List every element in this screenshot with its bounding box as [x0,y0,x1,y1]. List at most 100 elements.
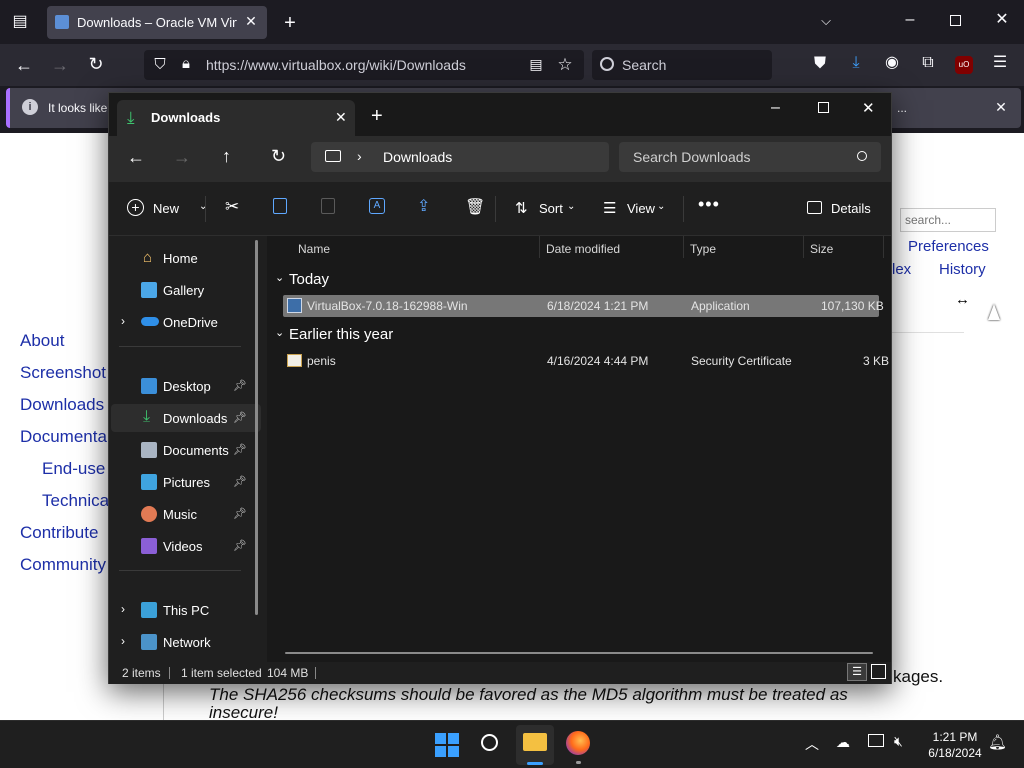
wiki-link-index[interactable]: lex [892,261,911,278]
up-arrow-icon[interactable]: ↑ [222,146,231,167]
nav-item-this-pc[interactable]: › This PC [111,596,261,624]
tiles-view-icon[interactable] [871,664,886,679]
explorer-tab[interactable]: ⤓ Downloads ✕ [117,100,355,136]
nav-item-videos[interactable]: Videos 📌︎ [111,532,261,560]
shield-icon[interactable]: ⛉ [152,57,168,72]
list-all-tabs-icon[interactable]: ▤ [10,14,30,30]
notification-bell-icon[interactable]: 🔔︎ [988,733,1007,751]
back-arrow-icon[interactable]: ← [14,56,34,74]
nav-link-downloads[interactable]: Downloads [20,395,104,415]
nav-item-pictures[interactable]: Pictures 📌︎ [111,468,261,496]
column-divider[interactable] [883,236,884,258]
column-divider[interactable] [683,236,684,258]
download-icon[interactable]: ⤓ [846,55,866,71]
column-divider[interactable] [803,236,804,258]
nav-link-community[interactable]: Community [20,555,106,575]
details-view-icon[interactable]: ☰ [847,663,867,681]
new-tab-icon[interactable]: + [280,13,300,33]
url-text[interactable]: https://www.virtualbox.org/wiki/Download… [206,57,466,73]
column-header-name[interactable]: Name [298,242,330,256]
file-row[interactable]: penis 4/16/2024 4:44 PM Security Certifi… [283,350,889,372]
new-button[interactable]: + New ⌄ [127,198,227,220]
network-tray-icon[interactable] [868,734,884,747]
minimize-icon[interactable]: – [900,12,920,28]
sort-button[interactable]: ⇅ Sort ⌄ [515,198,585,220]
wiki-link-history[interactable]: History [939,261,986,278]
close-notification-icon[interactable]: ✕ [993,100,1009,114]
restore-icon[interactable] [950,15,961,26]
browser-search-box[interactable]: Search [592,50,772,80]
forward-arrow-icon[interactable]: → [50,56,70,74]
address-bar[interactable]: › Downloads [311,142,609,172]
view-button[interactable]: ☰ View ⌄ [603,198,673,220]
nav-link-documentation[interactable]: Documenta [20,427,107,447]
chevron-right-icon[interactable]: › [121,314,125,328]
nav-item-network[interactable]: › Network [111,628,261,656]
wiki-link-preferences[interactable]: Preferences [908,238,989,255]
close-window-icon[interactable]: ✕ [992,12,1012,28]
chevron-down-icon[interactable]: ⌄ [275,271,284,284]
nav-link-technical[interactable]: Technica [42,491,109,511]
back-arrow-icon[interactable]: ← [127,147,145,168]
taskbar-explorer-button[interactable] [516,725,554,765]
nav-item-onedrive[interactable]: › OneDrive [111,308,261,336]
refresh-icon[interactable]: ↻ [271,146,286,167]
nav-scrollbar[interactable] [255,240,258,615]
close-tab-icon[interactable]: ✕ [243,14,259,28]
pin-icon[interactable]: 📌︎ [233,539,247,552]
group-header-today[interactable]: Today [289,271,329,288]
copy-icon[interactable] [273,198,287,214]
menu-icon[interactable]: ☰ [990,55,1010,71]
breadcrumb-chevron-icon[interactable]: › [357,148,362,164]
column-divider[interactable] [539,236,540,258]
cut-icon[interactable]: ✂ [225,197,239,217]
file-row[interactable]: VirtualBox-7.0.18-162988-Win 6/18/2024 1… [283,295,884,317]
notification-more[interactable]: ... [897,101,907,115]
pocket-icon[interactable]: ⛊ [810,56,830,72]
explorer-search-box[interactable]: Search Downloads [619,142,881,172]
new-tab-icon[interactable]: + [371,105,383,128]
reload-icon[interactable]: ↻ [86,55,106,73]
chevron-right-icon[interactable]: › [121,602,125,616]
chevron-down-icon[interactable]: ⌵ [816,14,836,27]
tray-chevron-up-icon[interactable]: ︿ [805,734,819,754]
details-button[interactable]: Details [805,198,885,220]
nav-item-downloads[interactable]: ⤓ Downloads 📌︎ [111,404,261,432]
onedrive-tray-icon[interactable]: ☁ [836,734,850,751]
account-icon[interactable]: ◉ [882,55,902,71]
reader-view-icon[interactable]: ▤ [528,57,544,71]
share-icon[interactable]: ⇪ [417,196,430,216]
taskbar-clock[interactable]: 1:21 PM 6/18/2024 [920,729,990,761]
lock-icon[interactable]: 🔒︎ [178,56,194,71]
chevron-down-icon[interactable]: ⌄ [275,326,284,339]
column-header-size[interactable]: Size [810,242,833,256]
more-options-icon[interactable]: ••• [698,194,720,215]
nav-item-documents[interactable]: Documents 📌︎ [111,436,261,464]
volume-muted-icon[interactable]: 🔇︎ [894,733,903,750]
column-header-type[interactable]: Type [690,242,716,256]
browser-tab[interactable]: Downloads – Oracle VM VirtualBox ✕ [47,6,267,39]
nav-item-music[interactable]: Music 📌︎ [111,500,261,528]
firefox-icon[interactable] [566,731,590,755]
nav-link-end-user[interactable]: End-use [42,459,105,479]
delete-icon[interactable]: 🗑︎ [465,197,485,217]
taskbar-search-icon[interactable] [481,734,498,751]
nav-link-screenshots[interactable]: Screenshot [20,363,106,383]
nav-item-home[interactable]: ⌂ Home [111,244,261,272]
group-header-earlier[interactable]: Earlier this year [289,326,393,343]
extensions-icon[interactable]: ⧉ [918,55,938,71]
paste-icon[interactable] [321,198,335,214]
pin-icon[interactable]: 📌︎ [233,443,247,456]
nav-link-about[interactable]: About [20,331,64,351]
nav-item-gallery[interactable]: Gallery [111,276,261,304]
pin-icon[interactable]: 📌︎ [233,475,247,488]
close-window-icon[interactable]: ✕ [862,99,875,117]
horizontal-scrollbar[interactable] [285,652,873,654]
forward-arrow-icon[interactable]: → [173,147,191,168]
ublock-icon[interactable]: uO [955,56,973,74]
rename-icon[interactable]: A [369,198,385,214]
pin-icon[interactable]: 📌︎ [233,411,247,424]
column-header-date[interactable]: Date modified [546,242,620,256]
maximize-icon[interactable] [818,102,829,113]
nav-link-contribute[interactable]: Contribute [20,523,98,543]
